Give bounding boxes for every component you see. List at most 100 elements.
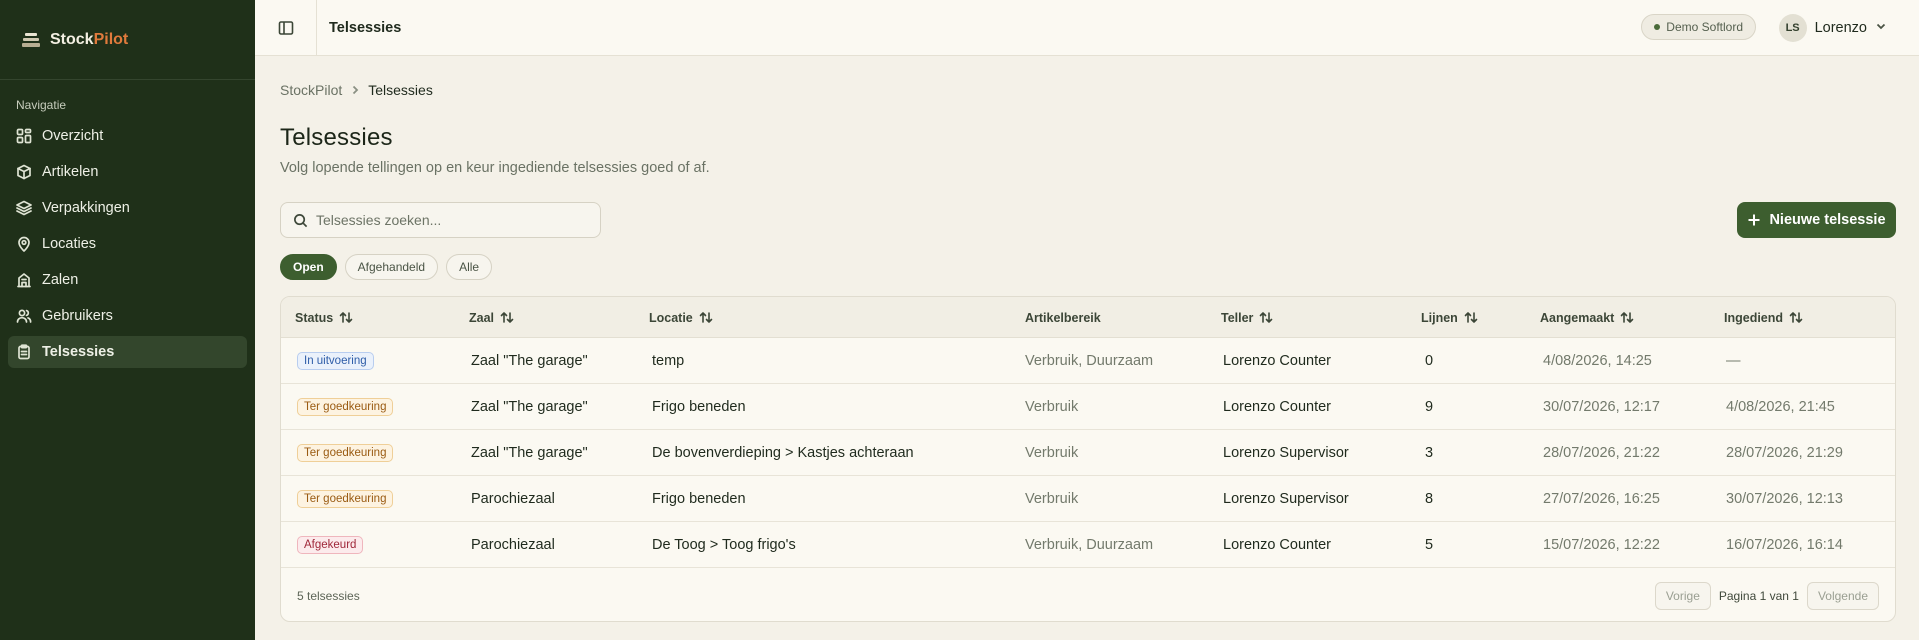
page-title: Telsessies xyxy=(280,124,393,151)
column-header-teller[interactable]: Teller xyxy=(1221,297,1273,338)
cell-zaal: Parochiezaal xyxy=(471,491,555,507)
result-count: 5 telsessies xyxy=(297,589,360,603)
breadcrumb: StockPilot Telsessies xyxy=(280,82,433,98)
user-menu[interactable]: LS Lorenzo xyxy=(1778,14,1887,42)
cell-artikelbereik: Verbruik, Duurzaam xyxy=(1025,353,1154,369)
stack-logo-icon xyxy=(22,32,40,47)
organization-name: Demo Softlord xyxy=(1666,20,1743,34)
table-header: Status Zaal Locatie Artikelbereik Teller… xyxy=(281,297,1895,338)
status-badge: Afgekeurd xyxy=(297,536,364,554)
organization-badge[interactable]: Demo Softlord xyxy=(1641,14,1756,40)
cell-artikelbereik: Verbruik xyxy=(1025,445,1079,461)
sidebar-item-artikelen[interactable]: Artikelen xyxy=(8,156,247,188)
plus-icon xyxy=(1748,214,1760,226)
cell-lijnen: 5 xyxy=(1425,537,1434,553)
box-icon xyxy=(17,164,31,180)
sidebar-item-label: Gebruikers xyxy=(42,308,113,324)
column-header-aangemaakt[interactable]: Aangemaakt xyxy=(1540,297,1634,338)
cell-ingediend: 16/07/2026, 16:14 xyxy=(1726,537,1843,553)
cell-teller: Lorenzo Supervisor xyxy=(1223,445,1349,461)
status-badge: Ter goedkeuring xyxy=(297,398,394,416)
column-header-locatie[interactable]: Locatie xyxy=(649,297,713,338)
page-subtitle: Volg lopende tellingen op en keur ingedi… xyxy=(280,160,710,176)
new-session-label: Nieuwe telsessie xyxy=(1769,212,1886,228)
cell-zaal: Zaal "The garage" xyxy=(471,445,588,461)
sort-icon xyxy=(1621,312,1634,323)
new-session-button[interactable]: Nieuwe telsessie xyxy=(1737,202,1896,238)
table-row[interactable]: In uitvoering Zaal "The garage" temp Ver… xyxy=(281,338,1895,384)
map-pin-icon xyxy=(18,236,30,252)
sidebar-item-zalen[interactable]: Zalen xyxy=(8,264,247,296)
column-header-artikelbereik: Artikelbereik xyxy=(1025,310,1101,325)
status-dot-icon xyxy=(1654,24,1661,30)
cell-aangemaakt: 27/07/2026, 16:25 xyxy=(1543,491,1660,507)
sidebar-item-verpakkingen[interactable]: Verpakkingen xyxy=(8,192,247,224)
search-input[interactable] xyxy=(316,212,576,228)
sort-icon xyxy=(500,312,514,323)
table-row[interactable]: Ter goedkeuring Zaal "The garage" De bov… xyxy=(281,430,1895,476)
cell-ingediend: 28/07/2026, 21:29 xyxy=(1726,445,1843,461)
cell-ingediend: — xyxy=(1726,353,1741,369)
sidebar-item-gebruikers[interactable]: Gebruikers xyxy=(8,300,247,332)
cell-teller: Lorenzo Supervisor xyxy=(1223,491,1349,507)
pagination: Vorige Pagina 1 van 1 Volgende xyxy=(1654,582,1879,610)
sidebar-item-label: Zalen xyxy=(42,272,79,288)
column-header-zaal[interactable]: Zaal xyxy=(469,297,514,338)
building-icon xyxy=(17,273,31,288)
filter-all[interactable]: Alle xyxy=(446,254,493,280)
sidebar-item-telsessies[interactable]: Telsessies xyxy=(8,336,247,368)
brand[interactable]: StockPilot xyxy=(0,0,255,80)
layers-icon xyxy=(16,200,32,216)
prev-page-button[interactable]: Vorige xyxy=(1654,582,1711,610)
avatar: LS xyxy=(1778,14,1807,42)
cell-ingediend: 4/08/2026, 21:45 xyxy=(1726,399,1835,415)
sidebar-item-label: Verpakkingen xyxy=(42,200,130,216)
sidebar-item-label: Artikelen xyxy=(42,164,99,180)
table-row[interactable]: Afgekeurd Parochiezaal De Toog > Toog fr… xyxy=(281,522,1895,568)
cell-zaal: Parochiezaal xyxy=(471,537,555,553)
filter-chips: Open Afgehandeld Alle xyxy=(280,254,493,280)
table-row[interactable]: Ter goedkeuring Parochiezaal Frigo bened… xyxy=(281,476,1895,522)
sort-icon xyxy=(699,312,713,323)
brand-name: StockPilot xyxy=(50,30,129,48)
filter-open[interactable]: Open xyxy=(280,254,337,280)
cell-artikelbereik: Verbruik xyxy=(1025,399,1079,415)
column-header-ingediend[interactable]: Ingediend xyxy=(1724,297,1803,338)
users-icon xyxy=(16,309,32,323)
column-header-status[interactable]: Status xyxy=(295,297,353,338)
breadcrumb-current: Telsessies xyxy=(368,82,433,98)
sidebar: StockPilot Navigatie Overzicht Artikelen… xyxy=(0,0,255,640)
sidebar-toggle-button[interactable] xyxy=(255,0,317,56)
filter-done[interactable]: Afgehandeld xyxy=(344,254,439,280)
chevron-right-icon xyxy=(353,85,359,95)
cell-artikelbereik: Verbruik, Duurzaam xyxy=(1025,537,1154,553)
panel-left-icon xyxy=(278,20,293,35)
status-badge: Ter goedkeuring xyxy=(297,490,394,508)
sort-icon xyxy=(1789,312,1803,323)
topbar-title: Telsessies xyxy=(329,19,402,36)
search-box xyxy=(280,202,601,238)
cell-locatie: temp xyxy=(652,353,685,369)
status-badge: In uitvoering xyxy=(297,352,374,370)
cell-ingediend: 30/07/2026, 12:13 xyxy=(1726,491,1843,507)
table-row[interactable]: Ter goedkeuring Zaal "The garage" Frigo … xyxy=(281,384,1895,430)
user-name: Lorenzo xyxy=(1814,20,1867,36)
cell-teller: Lorenzo Counter xyxy=(1223,537,1332,553)
nav-section-title: Navigatie xyxy=(16,98,67,112)
next-page-button[interactable]: Volgende xyxy=(1806,582,1879,610)
sidebar-item-locaties[interactable]: Locaties xyxy=(8,228,247,260)
cell-zaal: Zaal "The garage" xyxy=(471,353,588,369)
cell-aangemaakt: 4/08/2026, 14:25 xyxy=(1543,353,1652,369)
column-header-lijnen[interactable]: Lijnen xyxy=(1421,297,1478,338)
chevron-down-icon xyxy=(1875,19,1887,37)
breadcrumb-root[interactable]: StockPilot xyxy=(280,82,342,98)
cell-lijnen: 9 xyxy=(1425,399,1434,415)
sort-icon xyxy=(339,312,353,323)
cell-lijnen: 8 xyxy=(1425,491,1434,507)
sidebar-item-overzicht[interactable]: Overzicht xyxy=(8,120,247,152)
sessions-table: Status Zaal Locatie Artikelbereik Teller… xyxy=(280,296,1896,622)
cell-lijnen: 3 xyxy=(1425,445,1434,461)
topbar: Telsessies Demo Softlord LS Lorenzo xyxy=(255,0,1919,56)
cell-locatie: De bovenverdieping > Kastjes achteraan xyxy=(652,445,914,461)
sort-icon xyxy=(1464,312,1478,323)
